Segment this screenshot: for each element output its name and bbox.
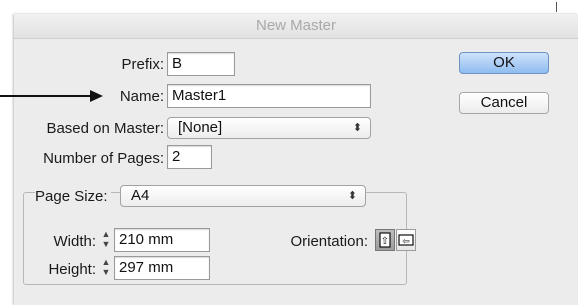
new-master-dialog: New Master Prefix: B Name: Master1 Based…	[14, 14, 578, 305]
updown-arrows-icon: ⬍	[347, 190, 357, 202]
based-on-master-select[interactable]: [None] ⬍	[167, 117, 371, 139]
number-of-pages-input[interactable]: 2	[167, 145, 212, 169]
stepper-down-icon[interactable]: ▼	[100, 239, 112, 249]
callout-arrow-head	[90, 90, 103, 102]
width-stepper[interactable]: ▲ ▼	[100, 229, 112, 251]
based-on-master-value: [None]	[178, 119, 223, 136]
ok-button-label: OK	[493, 54, 515, 71]
cancel-button-label: Cancel	[480, 94, 528, 111]
page-size-label: Page Size:	[35, 188, 111, 205]
name-input[interactable]: Master1	[167, 84, 371, 108]
landscape-orientation-button[interactable]: ⇦	[396, 229, 416, 251]
svg-text:⇦: ⇦	[402, 236, 410, 246]
prefix-input[interactable]: B	[167, 52, 235, 76]
svg-text:⇧: ⇧	[381, 236, 389, 247]
stepper-up-icon[interactable]: ▲	[100, 229, 112, 239]
portrait-orientation-icon: ⇧	[379, 232, 391, 248]
portrait-orientation-button[interactable]: ⇧	[375, 229, 395, 251]
height-input[interactable]: 297 mm	[114, 256, 210, 280]
ok-button[interactable]: OK	[459, 52, 549, 74]
page-size-select[interactable]: A4 ⬍	[120, 185, 366, 207]
page: New Master Prefix: B Name: Master1 Based…	[0, 0, 578, 305]
height-stepper[interactable]: ▲ ▼	[100, 257, 112, 279]
based-on-master-label: Based on Master:	[46, 120, 164, 137]
callout-arrow-line	[0, 95, 90, 97]
prefix-label: Prefix:	[121, 56, 164, 73]
height-label: Height:	[48, 261, 96, 278]
stepper-up-icon[interactable]: ▲	[100, 257, 112, 267]
width-label: Width:	[53, 233, 96, 250]
page-size-value: A4	[131, 187, 150, 204]
landscape-orientation-icon: ⇦	[398, 234, 414, 246]
background-edge-mark	[556, 2, 557, 12]
dialog-titlebar[interactable]: New Master	[14, 14, 578, 39]
stepper-down-icon[interactable]: ▼	[100, 267, 112, 277]
name-label: Name:	[119, 88, 164, 105]
cancel-button[interactable]: Cancel	[459, 92, 549, 114]
orientation-label: Orientation:	[290, 233, 368, 250]
number-of-pages-label: Number of Pages:	[43, 150, 164, 167]
dialog-title: New Master	[255, 17, 337, 34]
updown-arrows-icon: ⬍	[352, 122, 362, 134]
width-input[interactable]: 210 mm	[114, 228, 210, 252]
